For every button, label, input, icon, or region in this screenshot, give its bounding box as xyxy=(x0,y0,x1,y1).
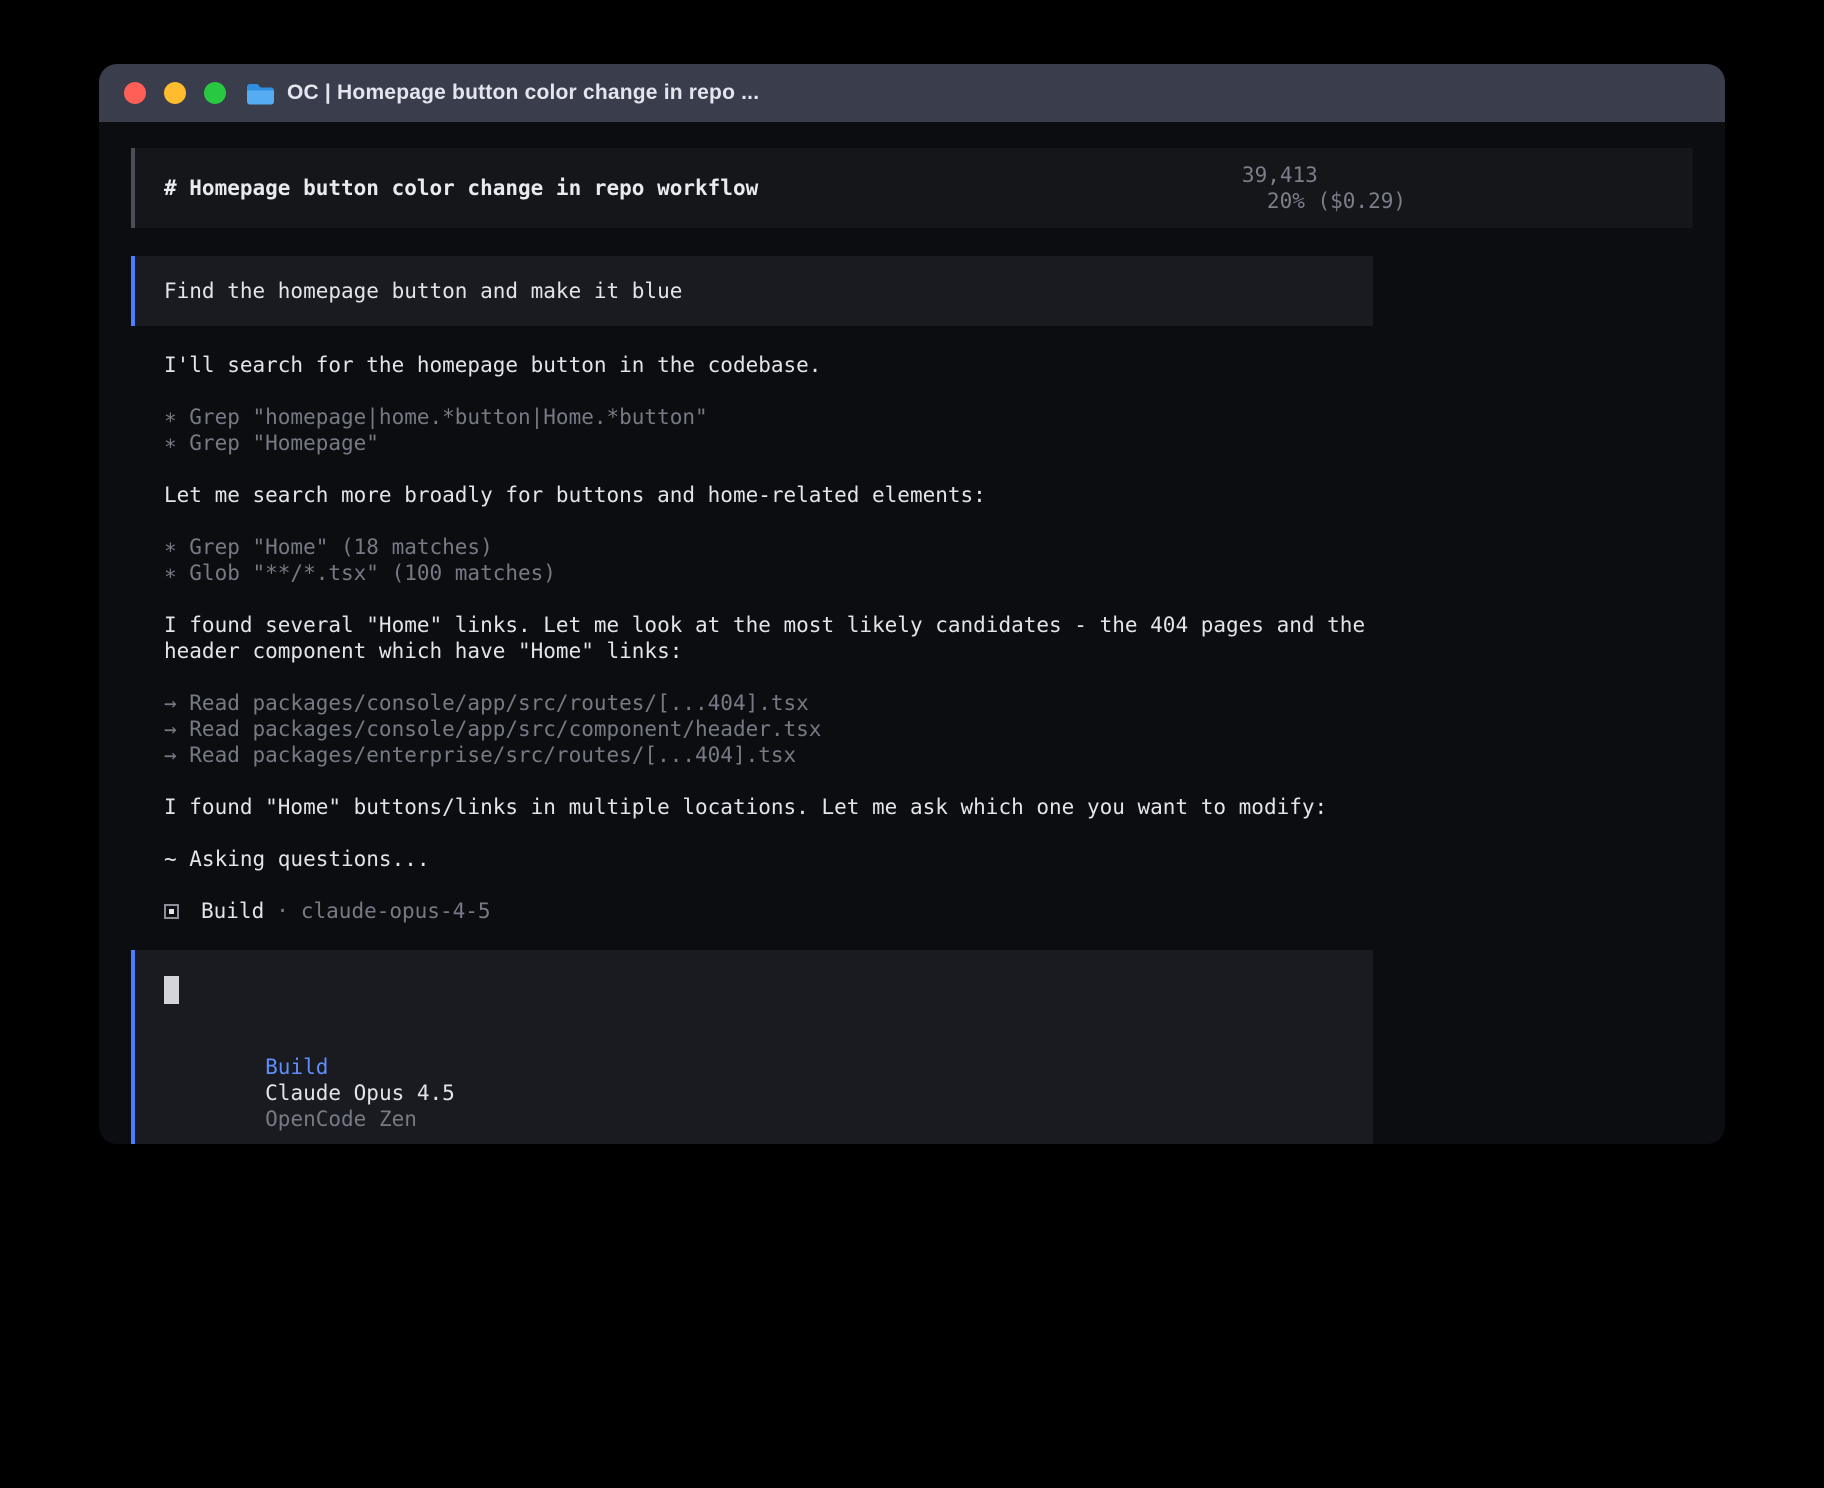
prompt-input-line[interactable] xyxy=(164,976,1373,1004)
text-cursor xyxy=(164,976,179,1004)
session-stats: 39,413 20% ($0.29) xyxy=(1115,136,1406,240)
mode-label: Build xyxy=(265,1055,328,1079)
tool-call-read: → Read packages/enterprise/src/routes/[.… xyxy=(164,742,1406,768)
tool-call-read: → Read packages/console/app/src/componen… xyxy=(164,716,1406,742)
tool-call-grep: ∗ Grep "homepage|home.*button|Home.*butt… xyxy=(164,404,1406,430)
terminal-body: # Homepage button color change in repo w… xyxy=(99,122,1725,1144)
model-label: Claude Opus 4.5 xyxy=(265,1081,455,1105)
tool-call-read: → Read packages/console/app/src/routes/[… xyxy=(164,690,1406,716)
assistant-text: I found several "Home" links. Let me loo… xyxy=(164,612,1406,664)
tool-call-grep: ∗ Grep "Home" (18 matches) xyxy=(164,534,1406,560)
traffic-lights xyxy=(124,82,226,104)
provider-label: OpenCode Zen xyxy=(265,1107,417,1131)
window-titlebar: OC | Homepage button color change in rep… xyxy=(99,64,1725,122)
tool-call-glob: ∗ Glob "**/*.tsx" (100 matches) xyxy=(164,560,1406,586)
folder-icon xyxy=(246,82,275,105)
agent-status-row: Build · claude-opus-4-5 xyxy=(164,898,1406,924)
prompt-meta: Build Claude Opus 4.5 OpenCode Zen xyxy=(164,1028,1373,1144)
status-line: ~ Asking questions... xyxy=(164,846,1406,872)
agent-model: claude-opus-4-5 xyxy=(301,898,491,924)
user-message: Find the homepage button and make it blu… xyxy=(131,256,1373,326)
user-message-text: Find the homepage button and make it blu… xyxy=(164,278,1373,304)
assistant-text: Let me search more broadly for buttons a… xyxy=(164,482,1406,508)
window-title: OC | Homepage button color change in rep… xyxy=(287,81,759,105)
zoom-window-button[interactable] xyxy=(204,82,226,104)
minimize-window-button[interactable] xyxy=(164,82,186,104)
prompt-input[interactable]: Build Claude Opus 4.5 OpenCode Zen xyxy=(131,950,1373,1144)
conversation: I'll search for the homepage button in t… xyxy=(164,352,1406,924)
assistant-text: I'll search for the homepage button in t… xyxy=(164,352,1406,378)
token-count: 39,413 xyxy=(1242,163,1318,187)
assistant-text: I found "Home" buttons/links in multiple… xyxy=(164,794,1406,820)
session-title: # Homepage button color change in repo w… xyxy=(164,175,758,201)
session-header: # Homepage button color change in repo w… xyxy=(131,148,1693,228)
agent-name: Build xyxy=(201,898,264,924)
tool-call-grep: ∗ Grep "Homepage" xyxy=(164,430,1406,456)
agent-mode-icon xyxy=(164,904,179,919)
context-cost: 20% ($0.29) xyxy=(1267,189,1406,213)
agent-separator: · xyxy=(276,898,289,924)
terminal-window: OC | Homepage button color change in rep… xyxy=(99,64,1725,1144)
close-window-button[interactable] xyxy=(124,82,146,104)
